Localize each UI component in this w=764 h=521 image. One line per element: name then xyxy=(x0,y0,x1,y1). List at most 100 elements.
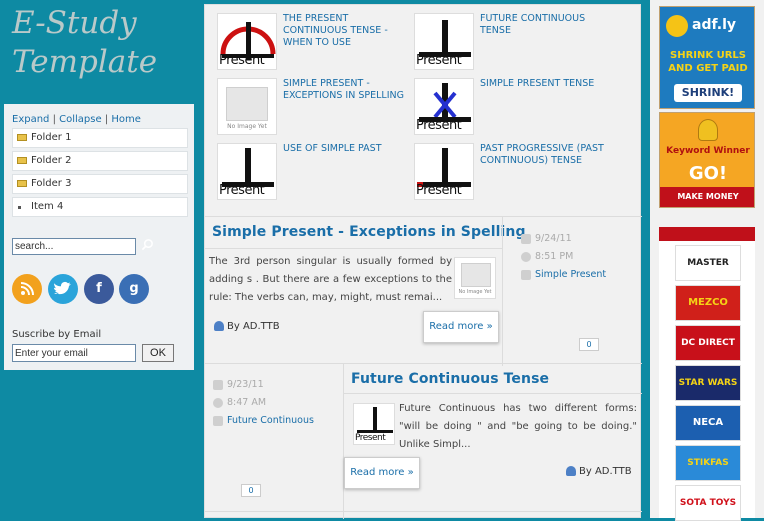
email-field[interactable] xyxy=(12,344,136,362)
post-label: Future Continuous xyxy=(213,415,314,426)
related-post-link[interactable]: SIMPLE PRESENT - EXCEPTIONS IN SPELLING xyxy=(283,78,411,102)
related-post-link[interactable]: SIMPLE PRESENT TENSE xyxy=(480,78,608,90)
google-plus-icon[interactable]: g xyxy=(119,274,149,304)
folder-3[interactable]: Folder 3 xyxy=(12,174,188,194)
post-thumbnail[interactable]: Present xyxy=(217,143,277,200)
related-post[interactable]: No Image Yet SIMPLE PRESENT - EXCEPTIONS… xyxy=(217,78,413,138)
sidebar-panel: Expand | Collapse | Home Folder 1 Folder… xyxy=(4,104,194,370)
post-excerpt: The 3rd person singular is usually forme… xyxy=(209,256,452,303)
mezco-logo: MEZCO xyxy=(675,285,741,321)
folder-icon xyxy=(17,134,27,141)
twitter-icon[interactable] xyxy=(48,274,78,304)
divider xyxy=(343,363,344,519)
thumb-caption: Present xyxy=(219,53,265,68)
read-more-button[interactable]: Read more » xyxy=(423,311,499,343)
post-thumbnail[interactable]: No Image Yet xyxy=(217,78,277,135)
related-post-link[interactable]: PAST PROGRESSIVE (PAST CONTINUOUS) TENSE xyxy=(480,143,608,167)
separator: | xyxy=(101,114,112,125)
trophy-icon xyxy=(698,119,718,141)
right-sidebar: adf.ly SHRINK URLS AND GET PAID SHRINK! … xyxy=(650,0,764,521)
related-post[interactable]: Present SIMPLE PRESENT TENSE xyxy=(414,78,610,138)
thumb-caption: No Image Yet xyxy=(227,123,267,130)
post-thumbnail[interactable]: Present xyxy=(414,13,474,70)
post-date: 9/23/11 xyxy=(213,379,264,390)
user-icon xyxy=(214,321,224,331)
comment-count[interactable]: 0 xyxy=(579,338,599,351)
calendar-icon xyxy=(521,233,531,244)
adfly-line-2: AND GET PAID xyxy=(668,63,748,74)
make-money-label: MAKE MONEY xyxy=(660,187,754,207)
post-thumbnail[interactable]: Present xyxy=(217,13,277,70)
divider xyxy=(205,216,642,217)
post-thumbnail[interactable]: Present xyxy=(414,143,474,200)
subscribe-ok-button[interactable]: OK xyxy=(142,344,174,362)
post-thumbnail[interactable]: No Image Yet xyxy=(454,257,496,299)
related-post[interactable]: Present PAST PROGRESSIVE (PAST CONTINUOU… xyxy=(414,143,610,203)
sota-toys-logo: SOTA TOYS xyxy=(675,485,741,521)
folder-label: Folder 1 xyxy=(31,132,72,143)
post-author: By AD.TTB xyxy=(214,321,280,332)
subscribe-label: Suscribe by Email xyxy=(12,329,102,340)
time-text: 8:51 PM xyxy=(535,251,574,262)
folder-2[interactable]: Folder 2 xyxy=(12,151,188,171)
post-title[interactable]: Future Continuous Tense xyxy=(351,371,549,387)
user-icon xyxy=(566,466,576,476)
related-post[interactable]: Present THE PRESENT CONTINUOUS TENSE - W… xyxy=(217,13,413,73)
expand-link[interactable]: Expand xyxy=(12,114,49,125)
bee-icon xyxy=(666,15,688,37)
facebook-icon[interactable]: f xyxy=(84,274,114,304)
post-thumbnail[interactable]: Present xyxy=(414,78,474,135)
divider xyxy=(205,248,502,249)
rss-icon[interactable] xyxy=(12,274,42,304)
brand-logos-banner[interactable]: MASTER MEZCO DC DIRECT STAR WARS NECA ST… xyxy=(659,227,755,521)
keyword-winner-banner[interactable]: Keyword Winner GO! MAKE MONEY xyxy=(659,112,755,208)
bullet-icon xyxy=(18,206,21,209)
logo-line-2: Template xyxy=(12,44,158,80)
related-post-link[interactable]: FUTURE CONTINUOUS TENSE xyxy=(480,13,608,37)
site-logo[interactable]: E-Study Template xyxy=(12,4,157,82)
item-4[interactable]: Item 4 xyxy=(12,197,188,217)
related-post[interactable]: Present USE OF SIMPLE PAST xyxy=(217,143,413,203)
folder-icon xyxy=(17,180,27,187)
post-time: 8:47 AM xyxy=(213,397,266,408)
time-text: 8:47 AM xyxy=(227,397,267,408)
comment-count[interactable]: 0 xyxy=(241,484,261,497)
thumb-caption: No Image Yet xyxy=(458,289,492,295)
adfly-line-1: SHRINK URLS xyxy=(670,50,746,61)
tree-controls: Expand | Collapse | Home xyxy=(12,114,141,125)
folder-label: Folder 2 xyxy=(31,155,72,166)
related-post-link[interactable]: THE PRESENT CONTINUOUS TENSE - WHEN TO U… xyxy=(283,13,411,49)
post-author: By AD.TTB xyxy=(566,466,632,477)
search-input[interactable] xyxy=(12,238,136,255)
related-post-link[interactable]: USE OF SIMPLE PAST xyxy=(283,143,411,155)
divider xyxy=(344,393,642,394)
thumb-caption: Present xyxy=(416,183,462,198)
folder-icon xyxy=(17,157,27,164)
folder-label: Folder 3 xyxy=(31,178,72,189)
neca-logo: NECA xyxy=(675,405,741,441)
post-label: Simple Present xyxy=(521,269,606,280)
post-title[interactable]: Simple Present - Exceptions in Spelling xyxy=(212,224,526,240)
clock-icon xyxy=(521,251,531,262)
go-label: GO! xyxy=(688,163,728,184)
read-more-button[interactable]: Read more » xyxy=(344,457,420,489)
tag-icon xyxy=(213,415,223,426)
adfly-brand: adf.ly xyxy=(692,17,737,33)
search-icon[interactable] xyxy=(141,238,154,251)
related-post[interactable]: Present FUTURE CONTINUOUS TENSE xyxy=(414,13,610,73)
no-image-icon xyxy=(461,263,491,287)
post-thumbnail[interactable]: Present xyxy=(353,403,395,445)
adfly-banner[interactable]: adf.ly SHRINK URLS AND GET PAID SHRINK! xyxy=(659,6,755,109)
home-link[interactable]: Home xyxy=(111,114,141,125)
calendar-icon xyxy=(213,379,223,390)
author-text: By AD.TTB xyxy=(579,466,632,477)
label-link[interactable]: Simple Present xyxy=(535,269,606,280)
folder-1[interactable]: Folder 1 xyxy=(12,128,188,148)
collapse-link[interactable]: Collapse xyxy=(59,114,102,125)
thumb-caption: Present xyxy=(219,183,265,198)
main-content: Present THE PRESENT CONTINUOUS TENSE - W… xyxy=(204,4,642,519)
label-link[interactable]: Future Continuous xyxy=(227,415,314,426)
divider xyxy=(205,511,642,512)
no-image-icon xyxy=(226,87,268,121)
stikfas-logo: STIKFAS xyxy=(675,445,741,481)
